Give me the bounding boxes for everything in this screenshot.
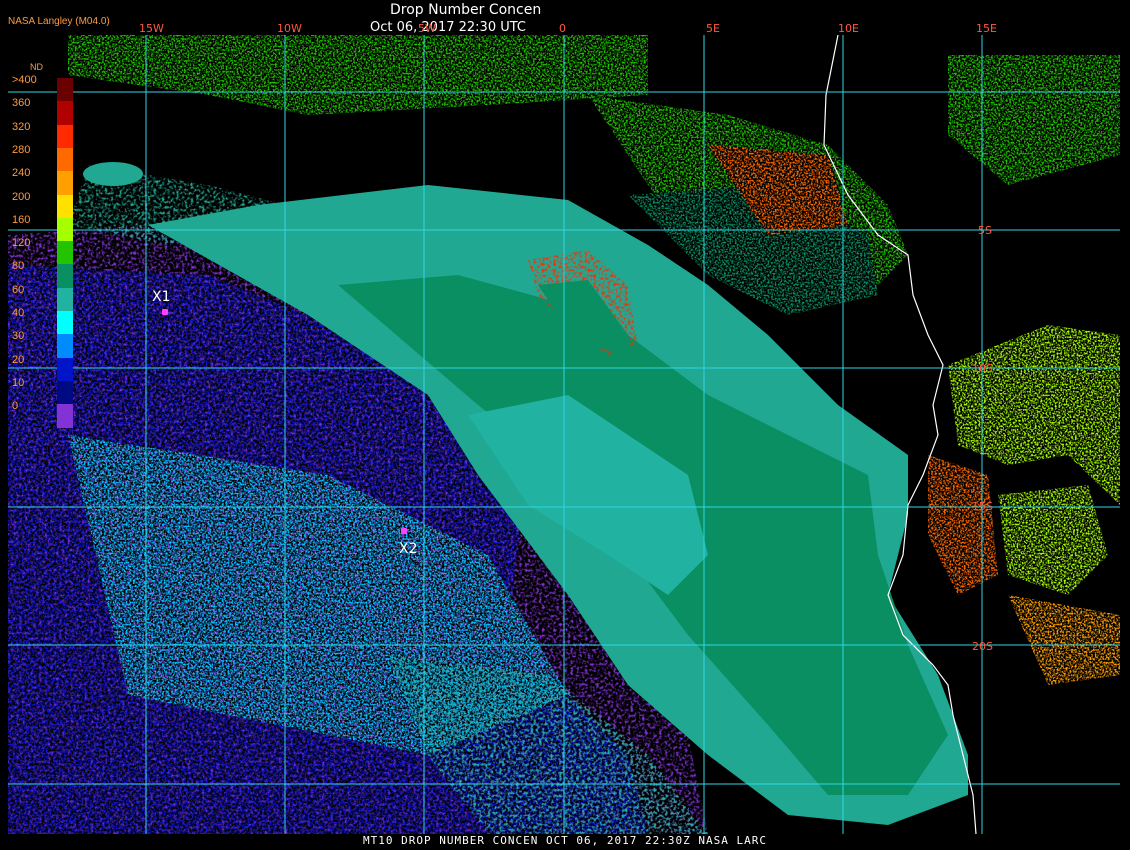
legend-label: >400 [12, 74, 37, 86]
legend-swatch [57, 101, 73, 126]
legend-title: ND [30, 62, 43, 72]
marker-x2-label: X2 [399, 541, 418, 557]
map-timestamp: Oct 06, 2017 22:30 UTC [370, 20, 526, 35]
legend-label: 240 [12, 167, 31, 180]
legend-label: 30 [12, 330, 25, 343]
credit-label: NASA Langley (M04.0) [8, 16, 110, 27]
legend-swatch [57, 241, 73, 266]
legend-swatch [57, 171, 73, 196]
footer-caption: MT10 DROP NUMBER CONCEN OCT 06, 2017 22:… [363, 834, 767, 847]
legend-label: 40 [12, 307, 25, 319]
satellite-map [8, 35, 1120, 834]
marker-x1-label: X1 [152, 289, 171, 305]
map-title: Drop Number Concen [390, 2, 542, 18]
legend-swatch [57, 124, 73, 149]
legend-swatch [57, 217, 73, 243]
legend-swatch [57, 264, 73, 289]
lat-label-10s: 10S [972, 362, 993, 375]
legend-swatch [57, 147, 73, 173]
legend-label: 20 [12, 353, 25, 366]
legend-label: 120 [12, 237, 31, 250]
lon-label-15w: 15W [139, 22, 164, 35]
marker-x2-dot [401, 528, 407, 534]
legend-swatch [57, 78, 73, 103]
lon-label-5e: 5E [706, 22, 720, 35]
legend-label: 80 [12, 260, 25, 273]
teal-blob [83, 162, 143, 186]
legend-label: 320 [12, 120, 31, 133]
legend-swatch [57, 357, 73, 382]
lat-label-5s: 5S [978, 224, 992, 237]
lon-label-10e: 10E [838, 22, 859, 35]
lon-label-15e: 15E [976, 22, 997, 35]
marker-x1-dot [162, 309, 168, 315]
legend-label: 10 [12, 376, 25, 389]
legend-label: 0 [12, 400, 19, 413]
lat-label-20s: 20S [972, 640, 993, 653]
legend-swatch [57, 380, 73, 406]
legend-swatch [57, 287, 73, 312]
lat-label-15s: 15S [972, 500, 993, 513]
legend-swatch [57, 404, 73, 429]
legend-label: 160 [12, 213, 31, 226]
lon-label-0: 0 [559, 22, 566, 35]
legend-swatch [57, 311, 73, 336]
legend-label: 360 [12, 97, 31, 110]
legend-label: 200 [12, 190, 31, 203]
legend-swatch [57, 334, 73, 359]
lon-label-10w: 10W [277, 22, 302, 35]
legend-label: 60 [12, 283, 25, 296]
legend-label: 280 [12, 143, 31, 156]
lon-label-5w: 5W [418, 22, 436, 35]
legend-swatch [57, 194, 73, 219]
